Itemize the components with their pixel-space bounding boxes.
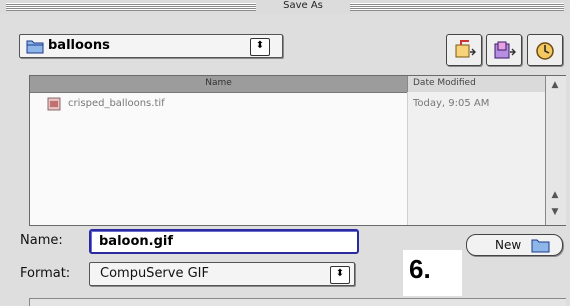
step-number-box: 6.	[403, 250, 462, 296]
new-folder-button[interactable]	[486, 34, 522, 66]
new-button-label: New	[495, 238, 522, 252]
file-list[interactable]: Name Date Modified crisped_balloons.tif …	[29, 75, 566, 226]
list-item[interactable]: crisped_balloons.tif Today, 9:05 AM	[30, 95, 545, 113]
clock-icon	[536, 42, 554, 60]
name-field-value: baloon.gif	[99, 234, 174, 249]
new-folder-named-button[interactable]: New	[466, 234, 563, 256]
scroll-up-arrow-icon[interactable]: ▲	[549, 79, 561, 91]
file-date: Today, 9:05 AM	[413, 98, 490, 109]
folder-popup-arrows-icon: ⬍	[250, 38, 270, 56]
tif-file-icon	[47, 97, 61, 111]
window-title: Save As	[283, 0, 323, 11]
folder-icon	[26, 40, 44, 54]
title-stripes-right	[350, 3, 564, 11]
scroll-down-arrow-icon[interactable]: ▼	[549, 206, 561, 218]
title-bar: Save As	[0, 0, 570, 14]
scroll-up-arrow-bottom-icon[interactable]: ▲	[549, 189, 561, 201]
vertical-scrollbar[interactable]: ▲ ▲ ▼	[545, 76, 566, 225]
column-header-date[interactable]: Date Modified	[407, 76, 551, 93]
file-name: crisped_balloons.tif	[68, 98, 165, 109]
column-header-name[interactable]: Name	[30, 76, 407, 93]
title-stripes-left	[6, 3, 256, 11]
name-field[interactable]: baloon.gif	[89, 229, 359, 254]
format-popup-arrows-icon: ⬍	[330, 266, 350, 284]
folder-popup-label: balloons	[48, 38, 110, 53]
folder-popup[interactable]: balloons ⬍	[19, 34, 283, 58]
format-popup-label: CompuServe GIF	[100, 266, 209, 281]
step-number: 6.	[409, 254, 431, 284]
name-label: Name:	[20, 233, 63, 248]
format-label: Format:	[20, 266, 71, 281]
bottom-panel-edge	[29, 298, 566, 306]
desktop-icon	[455, 40, 476, 58]
new-folder-icon	[494, 41, 516, 59]
folder-icon	[531, 239, 550, 253]
format-popup[interactable]: CompuServe GIF ⬍	[89, 262, 355, 286]
desktop-button[interactable]	[446, 34, 482, 66]
recent-button[interactable]	[527, 34, 563, 66]
